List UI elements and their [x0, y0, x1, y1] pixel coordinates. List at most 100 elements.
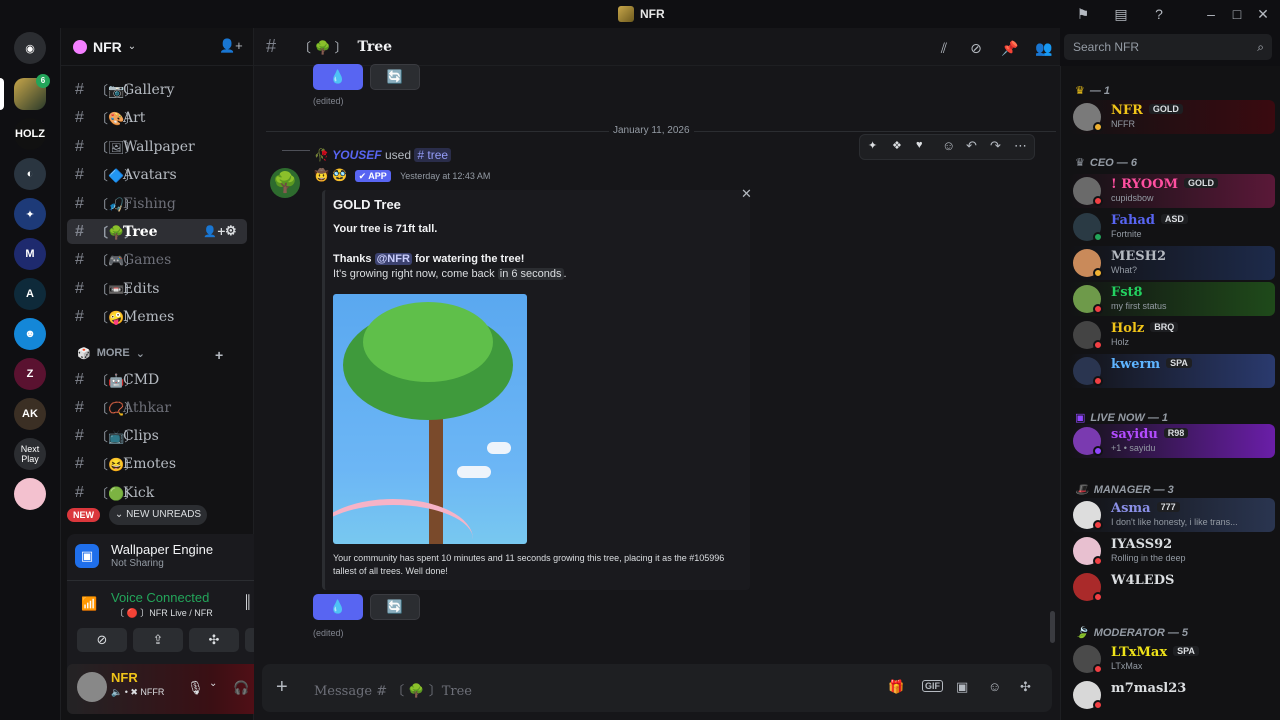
- member-item[interactable]: ! RYOOM GOLD cupidsbow: [1069, 174, 1275, 208]
- add-reaction-icon[interactable]: ☺: [942, 138, 955, 153]
- status-indicator: [1093, 376, 1103, 386]
- member-item[interactable]: W4LEDS: [1069, 570, 1275, 604]
- minimize-button[interactable]: –: [1200, 4, 1222, 24]
- discord-home-icon[interactable]: ◉: [14, 32, 46, 64]
- invite-people-icon[interactable]: 👤+: [219, 38, 243, 54]
- channel-athkar[interactable]: # 〔📿〕 Athkar: [67, 395, 247, 420]
- message-composer[interactable]: + Message # 〔 🌳 〕Tree 🎁 GIF ▣ ☺ ✣: [262, 664, 1052, 712]
- flag-icon[interactable]: ⚑: [1072, 4, 1094, 24]
- member-tag: ASD: [1160, 214, 1188, 224]
- server-mascot-icon[interactable]: ☻: [14, 318, 46, 350]
- channel-kick[interactable]: # 〔🟢〕 Kick: [67, 480, 247, 505]
- avatar[interactable]: [77, 672, 107, 702]
- signal-icon: 📶: [81, 596, 98, 611]
- member-item[interactable]: m7masl23: [1069, 678, 1275, 712]
- member-status-text: Holz: [1111, 337, 1130, 347]
- chevron-down-icon[interactable]: ⌄: [209, 678, 217, 689]
- channel-emotes[interactable]: # 〔😆〕 Emotes: [67, 451, 247, 476]
- channel-art[interactable]: # 〔🎨〕 Art: [67, 105, 247, 130]
- search-input[interactable]: Search NFR ⌕: [1064, 34, 1272, 60]
- reaction-icon[interactable]: ♥: [916, 139, 923, 151]
- new-badge[interactable]: NEW: [67, 508, 100, 522]
- member-item[interactable]: kwerm SPA: [1069, 354, 1275, 388]
- category-more[interactable]: 🎲 MORE ⌄ +: [77, 347, 223, 363]
- share-screen-button[interactable]: ⇪: [133, 628, 183, 652]
- scrollbar[interactable]: [1050, 611, 1055, 643]
- voice-location[interactable]: 〔 🔴 〕NFR Live / NFR: [115, 606, 213, 619]
- reply-icon[interactable]: ↶: [966, 138, 977, 154]
- activities-button[interactable]: ✣: [189, 628, 239, 652]
- server-ak-icon[interactable]: AK: [14, 398, 46, 430]
- server-next-play-icon[interactable]: Next Play: [14, 438, 46, 470]
- inbox-icon[interactable]: ▤: [1110, 4, 1132, 24]
- channel-games[interactable]: # 〔🎮〕 Games: [67, 247, 247, 272]
- water-button[interactable]: 💧: [313, 594, 363, 620]
- member-item[interactable]: Fst8 my first status: [1069, 282, 1275, 316]
- notification-mute-icon[interactable]: ⊘: [966, 38, 986, 58]
- help-icon[interactable]: ?: [1148, 4, 1170, 24]
- invite-icon[interactable]: 👤+: [203, 225, 226, 238]
- guild-boost-icon: [73, 39, 87, 54]
- member-item[interactable]: MESH2 What?: [1069, 246, 1275, 280]
- member-item[interactable]: Holz BRQ Holz: [1069, 318, 1275, 352]
- close-icon[interactable]: ✕: [741, 186, 752, 202]
- channel-settings-icon[interactable]: ⚙: [225, 224, 237, 239]
- server-z-icon[interactable]: Z: [14, 358, 46, 390]
- guild-header[interactable]: NFR ⌄ 👤+: [61, 28, 253, 66]
- member-item[interactable]: Asma 777 I don't like honesty, i like tran…: [1069, 498, 1275, 532]
- microphone-icon[interactable]: 🎙: [187, 680, 204, 696]
- gif-icon[interactable]: GIF: [922, 680, 943, 692]
- reaction-icon[interactable]: ❖: [892, 139, 902, 152]
- channel-fishing[interactable]: # 〔🎣〕 Fishing: [67, 191, 247, 216]
- reaction-icon[interactable]: ✦: [868, 139, 877, 152]
- maximize-button[interactable]: □: [1226, 4, 1248, 24]
- gift-icon[interactable]: 🎁: [888, 679, 904, 695]
- member-list-icon[interactable]: 👥: [1034, 38, 1054, 58]
- bot-avatar[interactable]: 🌳: [270, 168, 300, 198]
- channel-tree[interactable]: # 〔🌳〕 Tree 👤+ ⚙: [67, 219, 247, 244]
- server-m-icon[interactable]: M: [14, 238, 46, 270]
- chevron-down-icon: ⌄: [127, 41, 137, 52]
- channel-avatars[interactable]: # 〔🔷〕 Avatars: [67, 162, 247, 187]
- refresh-button[interactable]: 🔄: [370, 594, 420, 620]
- threads-icon[interactable]: ⫽: [934, 38, 954, 58]
- member-item[interactable]: NFR GOLD NFFR: [1069, 100, 1275, 134]
- interaction-user[interactable]: YOUSEF: [332, 148, 381, 162]
- refresh-button[interactable]: 🔄: [370, 64, 420, 90]
- sticker-icon[interactable]: ▣: [956, 679, 968, 695]
- channel-edits[interactable]: # 〔📼〕 Edits: [67, 276, 247, 301]
- user-mention[interactable]: @NFR: [374, 253, 412, 265]
- emoji-icon[interactable]: ☺: [988, 679, 1001, 694]
- add-attachment-icon[interactable]: +: [276, 676, 288, 699]
- forward-icon[interactable]: ↷: [990, 138, 1001, 154]
- camera-off-button[interactable]: ⊘: [77, 628, 127, 652]
- new-unreads-button[interactable]: ⌄ NEW UNREADS: [109, 505, 207, 525]
- channel-memes[interactable]: # 〔🤪〕 Memes: [67, 304, 247, 329]
- pin-icon[interactable]: 📌: [1000, 38, 1020, 58]
- more-icon[interactable]: ⋯: [1014, 138, 1027, 154]
- server-pink-icon[interactable]: [14, 478, 46, 510]
- apps-icon[interactable]: ✣: [1020, 679, 1031, 695]
- selected-server-indicator: [0, 78, 4, 110]
- server-nfr-icon[interactable]: 6: [14, 74, 50, 110]
- add-channel-icon[interactable]: +: [215, 347, 223, 363]
- command-mention[interactable]: # tree: [414, 148, 452, 162]
- channel-gallery[interactable]: # 〔📷〕 Gallery: [67, 77, 247, 102]
- server-wolf-icon[interactable]: ◐: [14, 158, 46, 190]
- tree-image[interactable]: [333, 294, 527, 544]
- member-item[interactable]: sayidu R98 +1 • sayidu: [1069, 424, 1275, 458]
- server-a-icon[interactable]: A: [14, 278, 46, 310]
- channel-wallpaper[interactable]: # 〔🖼〕 Wallpaper: [67, 134, 247, 159]
- water-button[interactable]: 💧: [313, 64, 363, 90]
- headphones-icon[interactable]: 🎧: [233, 680, 249, 696]
- channel-clips[interactable]: # 〔📺〕 Clips: [67, 423, 247, 448]
- close-button[interactable]: ✕: [1252, 4, 1274, 24]
- server-blue-icon[interactable]: ✦: [14, 198, 46, 230]
- server-holz-icon[interactable]: HOLZ: [14, 118, 46, 150]
- text-channel-icon: #: [75, 108, 84, 126]
- member-item[interactable]: Fahad ASD Fortnite: [1069, 210, 1275, 244]
- member-item[interactable]: LTxMax SPA LTxMax: [1069, 642, 1275, 676]
- member-item[interactable]: IYASS92 Rolling in the deep: [1069, 534, 1275, 568]
- message-input[interactable]: Message # 〔 🌳 〕Tree: [314, 680, 472, 699]
- channel-cmd[interactable]: # 〔🤖〕 CMD: [67, 367, 247, 392]
